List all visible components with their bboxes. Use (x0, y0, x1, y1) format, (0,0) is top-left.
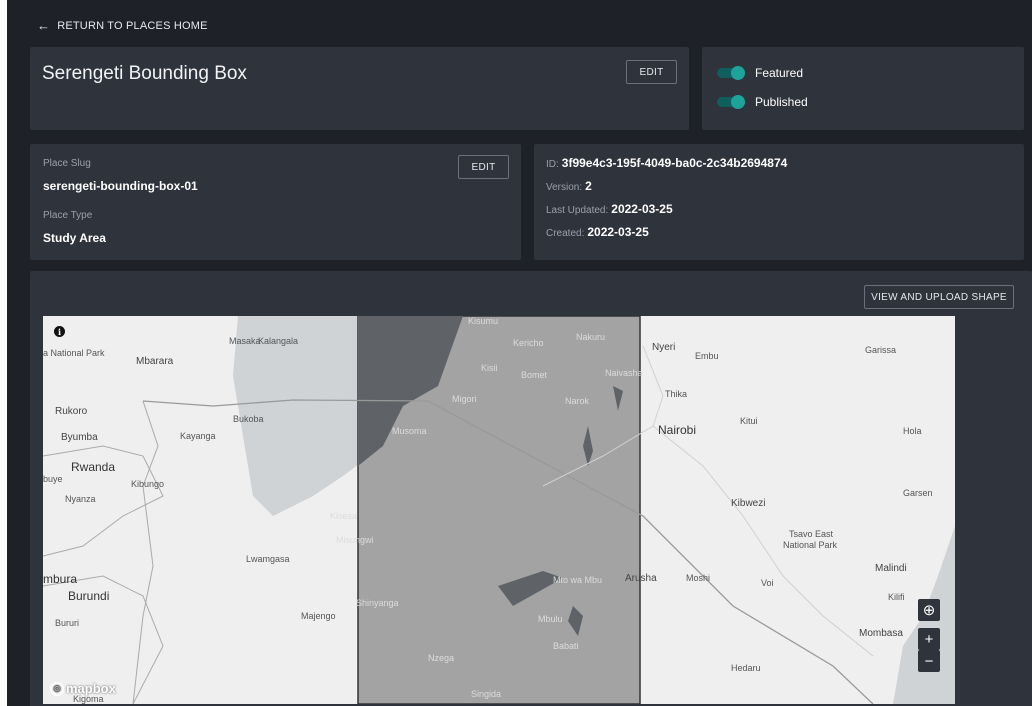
map-label: Embu (695, 351, 719, 361)
map-label: Bomet (521, 370, 548, 380)
map-view[interactable]: i Kisumu Kericho Nakuru Kisii Bomet Naiv… (43, 316, 955, 704)
published-toggle[interactable] (717, 95, 745, 109)
id-line: ID: 3f99e4c3-195f-4049-ba0c-2c34b2694874 (546, 156, 788, 170)
map-label: Rukoro (55, 406, 88, 417)
map-label: Kibwezi (731, 498, 766, 509)
map-label: Kilifi (888, 592, 905, 602)
title-card: Serengeti Bounding Box EDIT (30, 47, 689, 130)
published-row: Published (717, 95, 808, 109)
created-value: 2022-03-25 (587, 225, 649, 239)
arrow-left-icon: ← (37, 18, 51, 33)
map-label: Burundi (68, 589, 110, 603)
map-label: Arusha (625, 573, 657, 584)
version-line: Version: 2 (546, 179, 592, 193)
place-type-value: Study Area (43, 231, 106, 245)
edit-slug-button[interactable]: EDIT (458, 155, 509, 179)
map-label: Musoma (392, 426, 427, 436)
map-label: Mbulu (538, 614, 563, 624)
zoom-out-button[interactable]: − (918, 650, 940, 672)
published-label: Published (755, 95, 808, 109)
slug-card: Place Slug serengeti-bounding-box-01 Pla… (30, 144, 521, 260)
map-label: Singida (471, 689, 502, 699)
map-label: Malindi (875, 563, 907, 574)
return-link[interactable]: ← RETURN TO PLACES HOME (37, 18, 208, 33)
map-label: Narok (565, 396, 590, 406)
map-label: Hedaru (731, 663, 761, 673)
map-label: Kayanga (180, 431, 216, 441)
updated-line: Last Updated: 2022-03-25 (546, 202, 673, 216)
page-frame: ← RETURN TO PLACES HOME Serengeti Boundi… (7, 0, 1032, 706)
featured-toggle[interactable] (717, 66, 745, 80)
featured-row: Featured (717, 66, 803, 80)
map-label: Rwanda (71, 460, 116, 474)
map-label: mbura (43, 572, 78, 586)
map-label: Byumba (61, 432, 98, 443)
info-icon[interactable]: i (54, 326, 65, 337)
map-label: Nairobi (658, 423, 697, 437)
map-label: Mto wa Mbu (553, 575, 603, 585)
map-label: buye (43, 474, 63, 484)
map-label: Voi (761, 578, 774, 588)
minus-icon: − (924, 652, 934, 670)
map-label: Moshi (686, 573, 711, 583)
map-label: Mbarara (136, 356, 174, 367)
map-label: Bururi (55, 618, 80, 628)
page-title: Serengeti Bounding Box (42, 63, 247, 84)
edit-title-button[interactable]: EDIT (626, 60, 677, 84)
map-label: Migori (452, 394, 477, 404)
map-label: Tsavo East (789, 529, 834, 539)
map-label: a National Park (43, 348, 105, 358)
map-label: Naivasha (605, 368, 643, 378)
map-label: Kalangala (258, 336, 299, 346)
plus-icon: + (924, 630, 934, 648)
map-label: Kitui (740, 416, 758, 426)
flags-card: Featured Published (702, 47, 1024, 130)
map-label: Kisesa (330, 511, 358, 521)
slug-label: Place Slug (43, 158, 91, 169)
map-label: Babati (553, 641, 579, 651)
id-value: 3f99e4c3-195f-4049-ba0c-2c34b2694874 (561, 156, 788, 170)
map-label: Lwamgasa (246, 554, 290, 564)
map-label: Thika (665, 389, 688, 399)
map-label: Hola (903, 426, 922, 436)
map-label: Nzega (428, 653, 455, 663)
place-type-label: Place Type (43, 210, 93, 221)
map-label: Nyeri (652, 342, 676, 353)
map-label: Garsen (903, 488, 933, 498)
map-label: Kibungo (131, 479, 165, 489)
crosshair-icon: ⊕ (922, 602, 936, 619)
mapbox-icon: ◎ (50, 681, 64, 696)
map-label: Masaka (229, 336, 261, 346)
zoom-in-button[interactable]: + (918, 628, 940, 650)
map-label: Nyanza (65, 494, 96, 504)
map-label: Shinyanga (356, 598, 399, 608)
map-label: Mombasa (859, 628, 903, 639)
locate-button[interactable]: ⊕ (918, 599, 940, 621)
version-value: 2 (585, 179, 592, 193)
return-label: RETURN TO PLACES HOME (57, 19, 208, 32)
meta-card: ID: 3f99e4c3-195f-4049-ba0c-2c34b2694874 … (534, 144, 1024, 260)
map-label: National Park (783, 540, 838, 550)
slug-value: serengeti-bounding-box-01 (43, 179, 198, 193)
map-label: Misungwi (336, 535, 374, 545)
map-label: Majengo (301, 611, 336, 621)
view-upload-shape-button[interactable]: VIEW AND UPLOAD SHAPE (864, 285, 1014, 309)
map-label: Kisii (481, 363, 498, 373)
map-card: VIEW AND UPLOAD SHAPE i Kisumu Kericho N… (30, 271, 1032, 706)
featured-label: Featured (755, 66, 804, 80)
mapbox-logo[interactable]: ◎ mapbox (50, 681, 116, 696)
map-label: Nakuru (576, 332, 606, 342)
map-base (43, 316, 955, 704)
map-label: Kericho (513, 338, 544, 348)
created-line: Created: 2022-03-25 (546, 225, 649, 239)
map-label: Bukoba (233, 414, 264, 424)
map-label: Garissa (865, 345, 897, 355)
updated-value: 2022-03-25 (611, 202, 673, 216)
map-label: Kisumu (468, 316, 499, 326)
